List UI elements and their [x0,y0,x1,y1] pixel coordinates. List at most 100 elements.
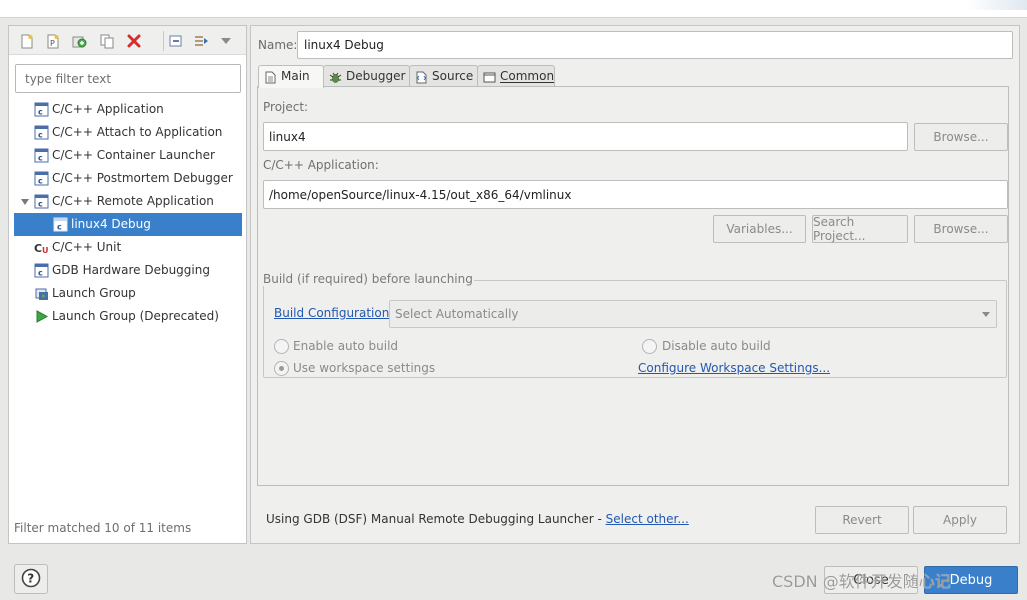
name-label: Name: [258,38,298,52]
svg-text:U: U [42,246,49,255]
c-app-icon: c [53,217,68,232]
c-unit-icon: CU [34,240,49,255]
c-app-icon: c [34,148,49,163]
launcher-text: Using GDB (DSF) Manual Remote Debugging … [266,512,606,526]
svg-text:?: ? [27,571,34,585]
tree-item-c-unit[interactable]: CU C/C++ Unit [14,236,242,259]
launch-group-icon [34,286,49,301]
tree-item-label: Launch Group (Deprecated) [52,309,219,323]
window-top-strip [0,0,1027,18]
c-app-icon: c [34,194,49,209]
svg-text:c: c [38,131,43,140]
tree-item-c-application[interactable]: c C/C++ Application [14,98,242,121]
tab-source[interactable]: Source [409,65,478,87]
common-tab-icon [483,70,496,83]
chevron-down-icon [982,312,990,317]
configurations-panel: P c C/C++ Application c C/C++ Att [8,25,247,544]
tab-label: Source [432,69,474,83]
project-label: Project: [263,100,309,114]
filter-status: Filter matched 10 of 11 items [14,521,192,535]
tab-label: Main [281,69,310,83]
browse-application-button[interactable]: Browse... [914,215,1008,243]
main-tab-icon [264,70,277,84]
configuration-editor: Name: Main Debugger Source Common Projec… [250,25,1020,544]
source-tab-icon [415,70,428,84]
help-button[interactable]: ? [14,564,48,594]
enable-auto-build-label: Enable auto build [293,339,399,353]
tree-item-label: Launch Group [52,286,136,300]
browse-project-button[interactable]: Browse... [914,123,1008,151]
tree-item-c-attach[interactable]: c C/C++ Attach to Application [14,121,242,144]
tree-item-c-postmortem[interactable]: c C/C++ Postmortem Debugger [14,167,242,190]
close-button[interactable]: Close [824,566,918,594]
disable-auto-build-label: Disable auto build [662,339,771,353]
tree-item-label: linux4 Debug [71,217,151,231]
use-workspace-settings-radio[interactable] [274,361,289,376]
tree-item-c-remote[interactable]: c C/C++ Remote Application [14,190,242,213]
select-other-link[interactable]: Select other... [606,512,689,526]
export-icon[interactable] [70,32,88,50]
delete-icon[interactable] [125,32,143,50]
tab-common[interactable]: Common [477,65,555,87]
tree-item-launch-group[interactable]: Launch Group [14,282,242,305]
tree-item-label: C/C++ Unit [52,240,122,254]
tab-label: Debugger [346,69,406,83]
application-input[interactable] [263,180,1008,209]
configurations-toolbar: P [9,26,246,55]
new-prototype-icon[interactable]: P [44,32,62,50]
tree-item-label: C/C++ Postmortem Debugger [52,171,233,185]
view-menu-icon[interactable] [217,32,235,50]
svg-text:c: c [57,223,62,232]
project-input[interactable] [263,122,908,151]
help-icon: ? [21,568,41,591]
tab-main[interactable]: Main [258,65,324,88]
expand-arrow-icon[interactable] [21,199,29,205]
tree-item-c-container[interactable]: c C/C++ Container Launcher [14,144,242,167]
filter-configurations-icon[interactable] [193,32,211,50]
c-app-icon: c [34,125,49,140]
tree-item-label: C/C++ Container Launcher [52,148,215,162]
search-project-button[interactable]: Search Project... [812,215,908,243]
svg-text:c: c [38,200,43,209]
debugger-tab-icon [329,70,342,83]
use-workspace-settings-label: Use workspace settings [293,361,436,375]
c-app-icon: c [34,263,49,278]
new-configuration-icon[interactable] [18,32,36,50]
c-app-icon: c [34,171,49,186]
configuration-tree: c C/C++ Application c C/C++ Attach to Ap… [14,98,242,328]
name-input[interactable] [297,31,1013,59]
tree-item-label: C/C++ Attach to Application [52,125,223,139]
tree-item-label: C/C++ Application [52,102,164,116]
launcher-info: Using GDB (DSF) Manual Remote Debugging … [266,512,689,526]
build-configuration-link[interactable]: Build Configuration: [274,306,393,320]
tab-debugger[interactable]: Debugger [323,65,410,87]
svg-text:c: c [38,154,43,163]
configure-workspace-settings-link[interactable]: Configure Workspace Settings... [638,361,830,375]
tree-item-launch-group-deprecated[interactable]: Launch Group (Deprecated) [14,305,242,328]
title-corner [967,0,1027,10]
variables-button[interactable]: Variables... [713,215,806,243]
tree-item-gdb-hardware[interactable]: c GDB Hardware Debugging [14,259,242,282]
svg-text:c: c [38,269,43,278]
revert-button[interactable]: Revert [815,506,909,534]
main-tab-content: Project: Browse... C/C++ Application: Va… [257,86,1009,486]
build-configuration-value: Select Automatically [395,307,519,321]
build-configuration-select[interactable]: Select Automatically [389,300,997,328]
disable-auto-build-radio[interactable] [642,339,657,354]
duplicate-icon[interactable] [98,32,116,50]
toolbar-separator [163,31,164,51]
svg-text:C: C [34,242,42,255]
filter-input[interactable] [15,64,241,93]
svg-text:c: c [38,177,43,186]
build-group-title: Build (if required) before launching [263,272,474,286]
tree-item-label: C/C++ Remote Application [52,194,214,208]
tab-label: Common [500,69,555,83]
application-label: C/C++ Application: [263,158,379,172]
apply-button[interactable]: Apply [913,506,1007,534]
enable-auto-build-radio[interactable] [274,339,289,354]
collapse-all-icon[interactable] [167,32,185,50]
run-icon [34,309,49,324]
c-app-icon: c [34,102,49,117]
debug-button[interactable]: Debug [924,566,1018,594]
tree-item-linux4-debug[interactable]: c linux4 Debug [14,213,242,236]
